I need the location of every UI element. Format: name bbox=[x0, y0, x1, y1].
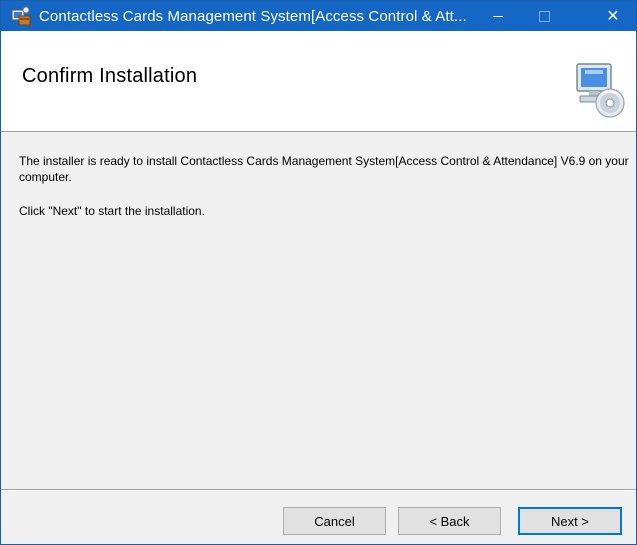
installer-window: Contactless Cards Management System[Acce… bbox=[0, 0, 637, 545]
title-bar[interactable]: Contactless Cards Management System[Acce… bbox=[1, 1, 636, 31]
close-button[interactable]: ✕ bbox=[590, 1, 636, 31]
minimize-button[interactable] bbox=[475, 1, 521, 31]
close-icon: ✕ bbox=[606, 8, 620, 25]
footer-divider bbox=[1, 489, 636, 491]
ready-message: The installer is ready to install Contac… bbox=[19, 154, 629, 184]
minimize-icon bbox=[493, 15, 503, 17]
maximize-icon bbox=[538, 10, 550, 22]
cancel-button[interactable]: Cancel bbox=[283, 507, 386, 535]
back-button[interactable]: < Back bbox=[398, 507, 501, 535]
wizard-header: Confirm Installation bbox=[1, 31, 636, 132]
page-title: Confirm Installation bbox=[22, 65, 198, 87]
window-title: Contactless Cards Management System[Acce… bbox=[39, 7, 467, 25]
next-instruction: Click "Next" to start the installation. bbox=[19, 204, 205, 218]
installer-app-icon bbox=[11, 6, 31, 26]
maximize-button bbox=[521, 1, 567, 31]
body-content: The installer is ready to install Contac… bbox=[19, 153, 629, 237]
computer-cd-icon bbox=[576, 63, 625, 118]
next-button[interactable]: Next > bbox=[518, 507, 622, 535]
